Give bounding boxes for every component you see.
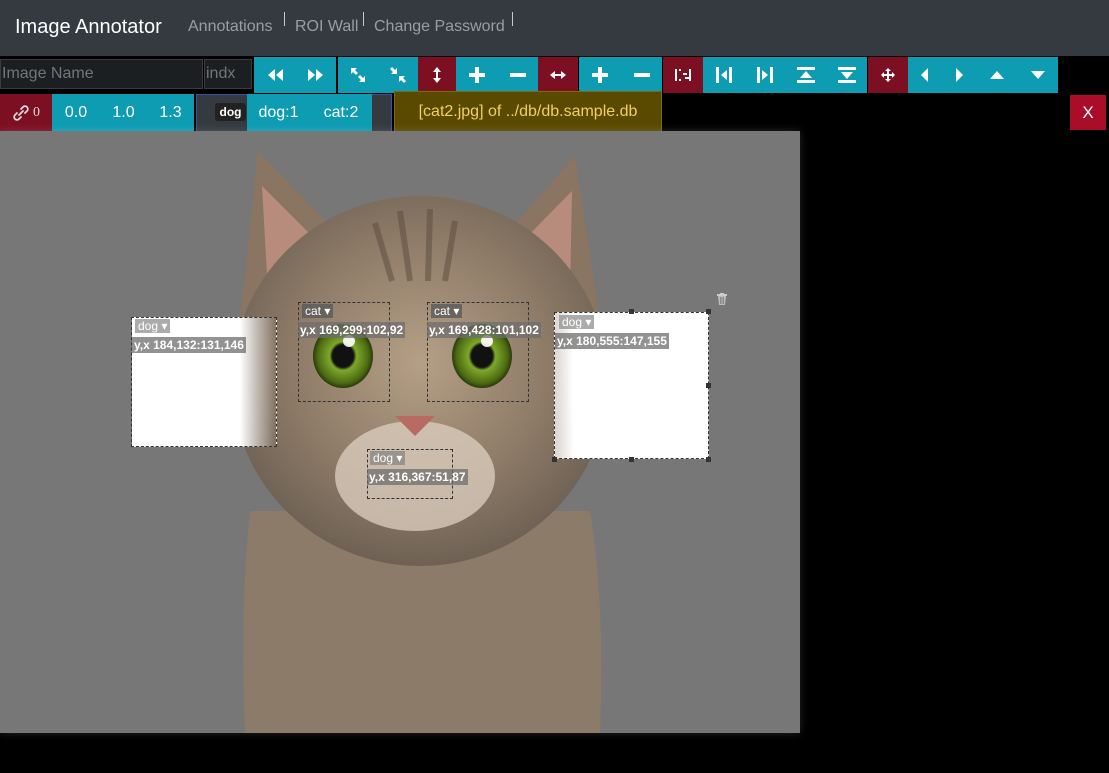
navbar: Image Annotator Annotations ROI Wall Cha…	[0, 0, 1109, 56]
zoom-1-button[interactable]: 1.0	[100, 94, 147, 131]
double-left-arrow-icon	[267, 69, 283, 81]
roi-label-select[interactable]: dog ▾	[559, 315, 595, 329]
label-cat-button[interactable]: cat:2	[310, 94, 372, 131]
horizontal-arrows-icon	[550, 71, 566, 79]
move-arrows-icon	[881, 68, 895, 82]
caret-left-icon	[920, 68, 928, 82]
vertical-resize-button[interactable]	[418, 57, 456, 93]
align-right-button[interactable]	[744, 57, 785, 93]
trash-icon[interactable]	[717, 292, 727, 310]
roi-coords: y,x 180,555:147,155	[555, 333, 669, 349]
move-right-button[interactable]	[941, 57, 976, 93]
compress-arrows-icon	[390, 67, 406, 83]
roi-coords: y,x 184,132:131,146	[132, 337, 246, 353]
resize-handle[interactable]	[629, 309, 634, 314]
align-top-icon	[796, 67, 815, 83]
resize-handle[interactable]	[706, 383, 711, 388]
roi-label-select[interactable]: dog ▾	[370, 451, 406, 465]
app-brand[interactable]: Image Annotator	[15, 16, 162, 39]
horizontal-resize-button[interactable]	[538, 57, 578, 93]
expand-button[interactable]	[338, 57, 378, 93]
index-input[interactable]	[204, 59, 252, 89]
move-up-button[interactable]	[976, 57, 1017, 93]
resize-handle[interactable]	[629, 457, 634, 462]
roi-label-select[interactable]: dog ▾	[135, 319, 171, 333]
align-bottom-icon	[837, 67, 856, 83]
minus-icon	[509, 73, 526, 77]
image-name-input[interactable]	[0, 59, 203, 89]
image-canvas[interactable]: dog ▾ y,x 184,132:131,146 cat ▾ y,x 169,…	[0, 131, 800, 733]
move-left-button[interactable]	[908, 57, 941, 93]
roi-label-select[interactable]: cat ▾	[302, 304, 334, 318]
nav-link-change-password[interactable]: Change Password	[374, 18, 505, 36]
roi-label-select[interactable]: cat ▾	[431, 304, 463, 318]
caret-down-icon	[1030, 71, 1045, 79]
nav-link-annotations[interactable]: Annotations	[188, 18, 273, 36]
caret-up-icon	[989, 71, 1004, 79]
align-top-button[interactable]	[785, 57, 826, 93]
nav-separator	[284, 12, 285, 26]
current-label-badge: dog	[215, 103, 246, 121]
caret-right-icon	[955, 68, 963, 82]
plus-icon	[468, 67, 485, 83]
increase-width-button[interactable]	[579, 57, 621, 93]
zoom-1-3-button[interactable]: 1.3	[147, 94, 194, 131]
plus-icon	[592, 67, 608, 83]
label-dog-button[interactable]: dog:1	[247, 94, 310, 131]
decrease-height-button[interactable]	[497, 57, 538, 93]
align-right-icon	[756, 67, 773, 83]
align-bottom-button[interactable]	[826, 57, 867, 93]
nav-separator	[512, 12, 513, 26]
move-button[interactable]	[868, 57, 908, 93]
link-count: 0	[33, 104, 40, 120]
align-bracket-icon	[675, 69, 691, 81]
prev-fast-button[interactable]	[254, 57, 295, 93]
nav-separator	[363, 12, 364, 26]
move-down-button[interactable]	[1017, 57, 1058, 93]
roi-coords: y,x 169,428:101,102	[427, 322, 541, 338]
double-right-arrow-icon	[307, 69, 323, 81]
expand-arrows-icon	[351, 68, 365, 82]
increase-height-button[interactable]	[456, 57, 497, 93]
file-info: [cat2.jpg] of ../db/db.sample.db	[394, 91, 662, 132]
resize-handle[interactable]	[706, 309, 711, 314]
decrease-width-button[interactable]	[621, 57, 662, 93]
close-button[interactable]: X	[1070, 95, 1106, 130]
zoom-0-button[interactable]: 0.0	[52, 94, 100, 131]
compress-button[interactable]	[378, 57, 418, 93]
roi-coords: y,x 169,299:102,92	[298, 322, 406, 338]
next-fast-button[interactable]	[295, 57, 336, 93]
align-toggle-button[interactable]	[663, 57, 703, 93]
resize-handle[interactable]	[552, 457, 557, 462]
align-left-button[interactable]	[703, 57, 744, 93]
align-left-icon	[715, 67, 732, 83]
minus-icon	[633, 73, 650, 77]
roi-coords: y,x 316,367:51,87	[367, 469, 468, 485]
nav-link-roi-wall[interactable]: ROI Wall	[295, 18, 358, 36]
vertical-arrows-icon	[433, 67, 441, 83]
link-icon	[13, 104, 29, 121]
resize-handle[interactable]	[706, 457, 711, 462]
link-toggle-button[interactable]: 0	[0, 94, 52, 131]
